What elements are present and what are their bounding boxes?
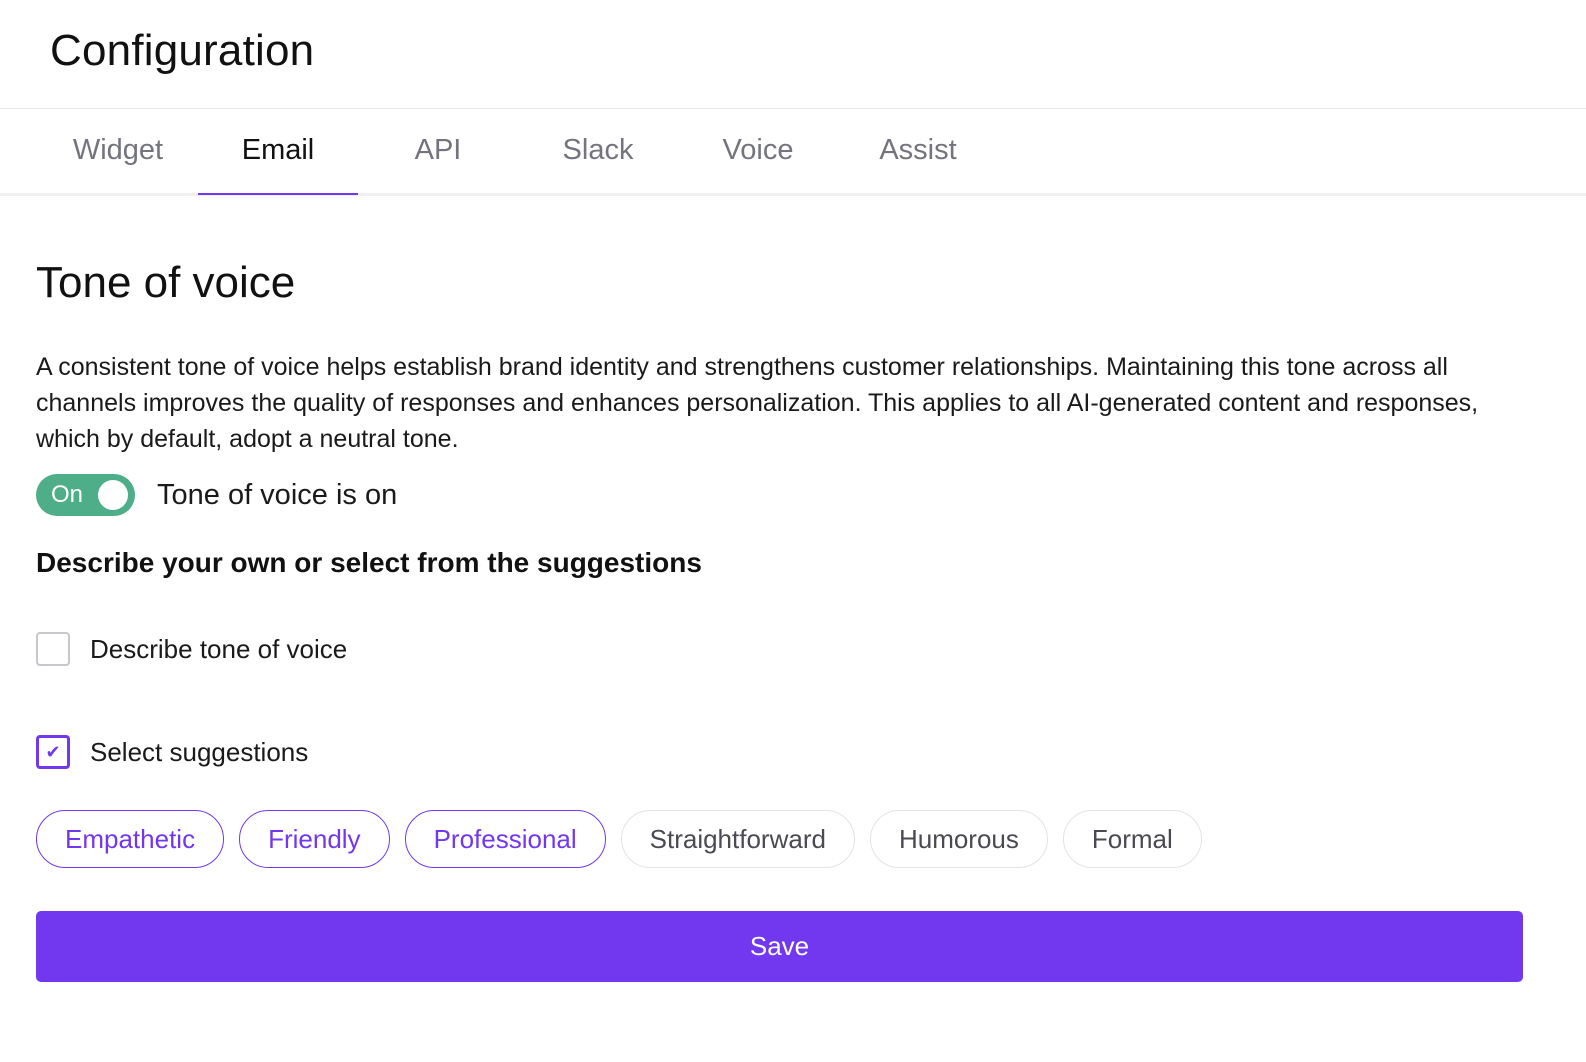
tone-of-voice-toggle[interactable]: On bbox=[36, 474, 135, 516]
tab-widget[interactable]: Widget bbox=[38, 109, 198, 193]
describe-tone-option: Describe tone of voice bbox=[36, 629, 1522, 669]
tone-toggle-row: On Tone of voice is on bbox=[36, 471, 1522, 519]
tone-of-voice-section: Tone of voice A consistent tone of voice… bbox=[0, 257, 1586, 982]
describe-tone-label: Describe tone of voice bbox=[90, 633, 348, 664]
chip-empathetic[interactable]: Empathetic bbox=[36, 810, 225, 868]
tab-api[interactable]: API bbox=[358, 109, 518, 193]
tab-bar: Widget Email API Slack Voice Assist bbox=[0, 109, 1586, 196]
select-suggestions-option: ✔ Select suggestions bbox=[36, 732, 1522, 772]
chip-formal[interactable]: Formal bbox=[1062, 810, 1202, 868]
tab-slack[interactable]: Slack bbox=[518, 109, 678, 193]
chip-professional[interactable]: Professional bbox=[404, 810, 606, 868]
save-button[interactable]: Save bbox=[36, 911, 1523, 982]
configuration-page: Configuration Widget Email API Slack Voi… bbox=[0, 0, 1586, 1062]
page-title: Configuration bbox=[50, 26, 315, 75]
chip-friendly[interactable]: Friendly bbox=[239, 810, 390, 868]
section-description: A consistent tone of voice helps establi… bbox=[36, 353, 1479, 453]
toggle-knob bbox=[98, 480, 128, 510]
chip-humorous[interactable]: Humorous bbox=[869, 810, 1048, 868]
check-icon: ✔ bbox=[45, 742, 61, 762]
select-suggestions-checkbox[interactable]: ✔ bbox=[36, 735, 70, 769]
tab-assist[interactable]: Assist bbox=[838, 109, 998, 193]
describe-tone-checkbox[interactable] bbox=[36, 632, 70, 666]
section-title: Tone of voice bbox=[36, 258, 296, 307]
toggle-state-text: On bbox=[51, 481, 84, 508]
tab-voice[interactable]: Voice bbox=[678, 109, 838, 193]
chip-straightforward[interactable]: Straightforward bbox=[620, 810, 855, 868]
page-header: Configuration bbox=[0, 0, 1586, 109]
select-suggestions-label: Select suggestions bbox=[90, 736, 309, 767]
suggestions-subheading: Describe your own or select from the sug… bbox=[36, 547, 702, 578]
toggle-label: Tone of voice is on bbox=[157, 478, 398, 511]
suggestion-chips: Empathetic Friendly Professional Straigh… bbox=[36, 810, 1522, 868]
tab-email[interactable]: Email bbox=[198, 109, 358, 195]
